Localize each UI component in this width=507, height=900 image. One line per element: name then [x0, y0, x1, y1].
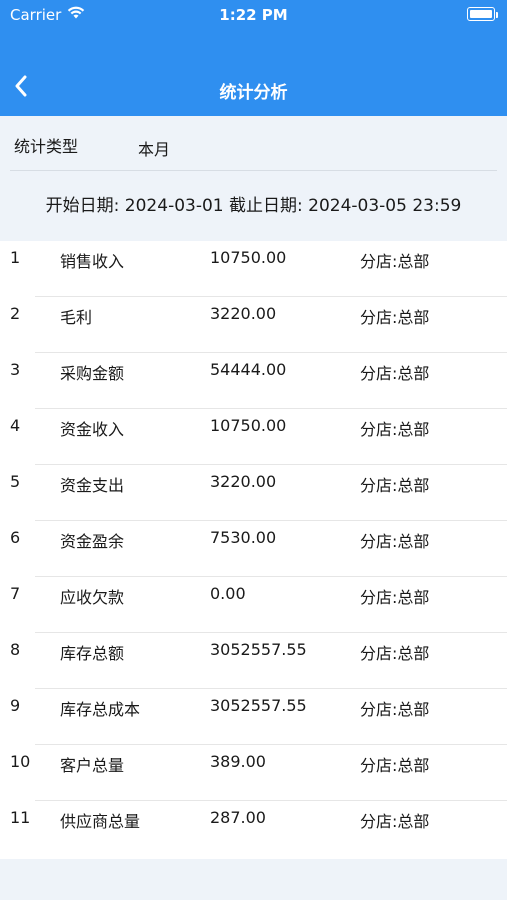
table-row: 4 资金收入 10750.00 分店:总部 [0, 409, 507, 465]
divider [10, 170, 497, 171]
table-row: 5 资金支出 3220.00 分店:总部 [0, 465, 507, 521]
row-index: 9 [10, 696, 21, 715]
table-row: 6 资金盈余 7530.00 分店:总部 [0, 521, 507, 577]
row-store: 分店:总部 [360, 364, 430, 383]
table-row: 11 供应商总量 287.00 分店:总部 [0, 801, 507, 857]
row-value: 3220.00 [210, 472, 277, 491]
row-index: 8 [10, 640, 21, 659]
row-name: 销售收入 [60, 252, 125, 271]
row-store: 分店:总部 [360, 252, 430, 271]
row-value: 10750.00 [210, 416, 287, 435]
row-store: 分店:总部 [360, 532, 430, 551]
row-value: 3220.00 [210, 304, 277, 323]
row-store: 分店:总部 [360, 700, 430, 719]
row-value: 7530.00 [210, 528, 277, 547]
row-name: 供应商总量 [60, 812, 141, 831]
row-value: 3052557.55 [210, 640, 307, 659]
date-range: 开始日期: 2024-03-01 截止日期: 2024-03-05 23:59 [45, 196, 462, 216]
row-value: 389.00 [210, 752, 266, 771]
row-name: 资金盈余 [60, 532, 125, 551]
row-value: 3052557.55 [210, 696, 307, 715]
row-name: 采购金额 [60, 364, 125, 383]
table-row: 2 毛利 3220.00 分店:总部 [0, 297, 507, 353]
header-bar: Carrier 1:22 PM 统计分析 [0, 0, 507, 116]
table-row: 10 客户总量 389.00 分店:总部 [0, 745, 507, 801]
row-name: 库存总成本 [60, 700, 141, 719]
page-title: 统计分析 [219, 83, 288, 103]
stat-type-row[interactable]: 统计类型 本月 [0, 116, 507, 171]
navigation-bar: 统计分析 [0, 66, 507, 110]
row-store: 分店:总部 [360, 756, 430, 775]
row-index: 7 [10, 584, 21, 603]
row-name: 应收欠款 [60, 588, 125, 607]
row-index: 4 [10, 416, 21, 435]
stats-table: 1 销售收入 10750.00 分店:总部 2 毛利 3220.00 分店:总部… [0, 241, 507, 859]
row-value: 54444.00 [210, 360, 287, 379]
stat-type-label: 统计类型 [14, 137, 79, 156]
stat-type-value[interactable]: 本月 [138, 136, 170, 160]
row-store: 分店:总部 [360, 308, 430, 327]
row-value: 0.00 [210, 584, 246, 603]
row-name: 毛利 [60, 308, 93, 327]
row-store: 分店:总部 [360, 588, 430, 607]
battery-icon [467, 7, 498, 21]
status-time: 1:22 PM [219, 6, 288, 24]
row-name: 资金支出 [60, 476, 125, 495]
table-row: 3 采购金额 54444.00 分店:总部 [0, 353, 507, 409]
row-value: 287.00 [210, 808, 266, 827]
row-store: 分店:总部 [360, 420, 430, 439]
row-value: 10750.00 [210, 248, 287, 267]
status-bar: Carrier 1:22 PM [0, 0, 507, 30]
table-row: 1 销售收入 10750.00 分店:总部 [0, 241, 507, 297]
row-store: 分店:总部 [360, 644, 430, 663]
row-index: 10 [10, 752, 31, 771]
row-store: 分店:总部 [360, 476, 430, 495]
table-row: 8 库存总额 3052557.55 分店:总部 [0, 633, 507, 689]
row-name: 客户总量 [60, 756, 125, 775]
row-index: 6 [10, 528, 21, 547]
row-index: 2 [10, 304, 21, 323]
table-row: 7 应收欠款 0.00 分店:总部 [0, 577, 507, 633]
row-index: 5 [10, 472, 21, 491]
row-name: 资金收入 [60, 420, 125, 439]
row-index: 1 [10, 248, 21, 267]
row-name: 库存总额 [60, 644, 125, 663]
row-index: 3 [10, 360, 21, 379]
table-row: 9 库存总成本 3052557.55 分店:总部 [0, 689, 507, 745]
row-index: 11 [10, 808, 31, 827]
row-store: 分店:总部 [360, 812, 430, 831]
